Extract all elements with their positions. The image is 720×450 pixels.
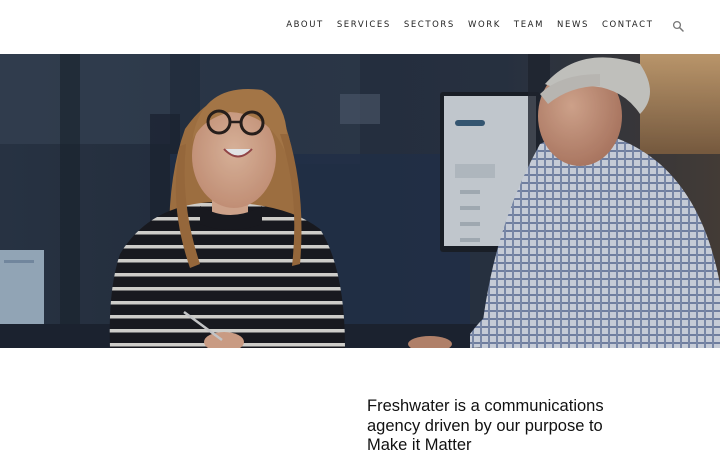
nav-contact[interactable]: CONTACT — [595, 19, 660, 31]
search-icon[interactable] — [672, 20, 684, 32]
nav-sectors[interactable]: SECTORS — [397, 19, 461, 31]
nav-team[interactable]: TEAM — [507, 19, 550, 31]
nav-news[interactable]: NEWS — [551, 19, 596, 31]
intro-statement: Freshwater is a communications agency dr… — [367, 397, 604, 450]
nav-about[interactable]: ABOUT — [280, 19, 331, 31]
site-header: ABOUT SERVICES SECTORS WORK TEAM NEWS CO… — [0, 0, 720, 54]
hero-image — [0, 54, 720, 348]
hero-photo — [0, 54, 720, 348]
nav-services[interactable]: SERVICES — [330, 19, 397, 31]
nav-work[interactable]: WORK — [461, 19, 507, 31]
main-nav: ABOUT SERVICES SECTORS WORK TEAM NEWS CO… — [280, 19, 660, 31]
